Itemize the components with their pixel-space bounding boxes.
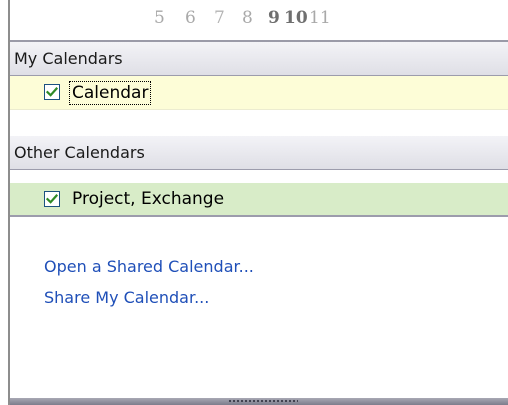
calendar-list-item[interactable]: Calendar — [10, 76, 508, 110]
open-shared-calendar-link[interactable]: Open a Shared Calendar... — [44, 256, 254, 278]
calendar-list-item[interactable]: Project, Exchange — [10, 183, 508, 217]
mini-calendar-week-row: 5 6 7 8 9 10 11 — [10, 0, 508, 42]
mini-calendar-day[interactable]: 11 — [309, 6, 331, 30]
pane-splitter[interactable] — [10, 398, 508, 405]
calendar-checkbox[interactable] — [44, 84, 60, 100]
mini-calendar-day[interactable]: 7 — [214, 6, 225, 30]
mini-calendar-day[interactable]: 8 — [242, 6, 253, 30]
calendar-checkbox[interactable] — [44, 191, 60, 207]
navigation-pane: 5 6 7 8 9 10 11 My Calendars Calendar Ot… — [8, 0, 508, 405]
my-calendars-header[interactable]: My Calendars — [10, 42, 508, 76]
mini-calendar-day[interactable]: 10 — [284, 6, 308, 30]
mini-calendar-day[interactable]: 5 — [154, 6, 165, 30]
mini-calendar-day[interactable]: 9 — [268, 6, 280, 30]
resize-grip-icon[interactable] — [228, 399, 298, 404]
calendar-item-label: Calendar — [69, 81, 152, 105]
checkmark-icon — [46, 87, 58, 97]
checkmark-icon — [46, 194, 58, 204]
share-my-calendar-link[interactable]: Share My Calendar... — [44, 287, 209, 309]
mini-calendar-day[interactable]: 6 — [185, 6, 196, 30]
other-calendars-header[interactable]: Other Calendars — [10, 136, 508, 170]
calendar-item-label: Project, Exchange — [72, 189, 225, 209]
